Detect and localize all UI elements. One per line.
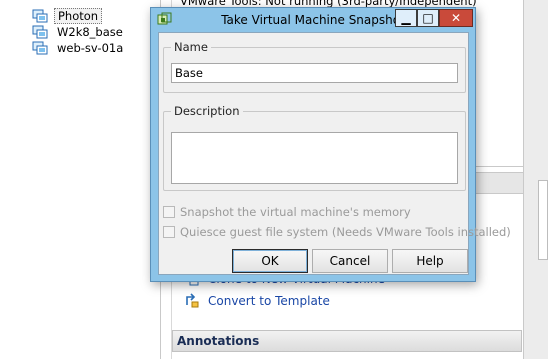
help-button[interactable]: Help [392, 249, 468, 273]
minimize-button[interactable]: ▁ [395, 9, 417, 27]
snapshot-memory-option[interactable]: Snapshot the virtual machine's memory [163, 204, 411, 220]
close-icon: ✕ [450, 11, 462, 25]
description-group-label: Description [171, 104, 243, 118]
name-group-label: Name [171, 40, 211, 54]
memory-checkbox[interactable] [163, 206, 175, 218]
tree-item-label: W2k8_base [57, 25, 123, 39]
maximize-icon: □ [422, 11, 434, 25]
convert-to-template-link[interactable]: Convert to Template [184, 292, 330, 310]
vm-icon [32, 41, 48, 55]
tree-item-w2k8-base[interactable]: W2k8_base [32, 24, 126, 40]
memory-checkbox-label: Snapshot the virtual machine's memory [180, 205, 411, 219]
snapshot-name-input[interactable] [171, 63, 458, 83]
tree-item-photon[interactable]: Photon [32, 8, 103, 24]
snapshot-description-input[interactable] [171, 132, 458, 184]
close-button[interactable]: ✕ [439, 9, 473, 27]
annotations-header[interactable]: Annotations [172, 330, 522, 352]
quiesce-option[interactable]: Quiesce guest file system (Needs VMware … [163, 224, 511, 240]
scrollbar[interactable] [538, 180, 548, 260]
tree-item-label: Photon [54, 8, 103, 24]
quiesce-checkbox-label: Quiesce guest file system (Needs VMware … [180, 225, 511, 239]
snapshot-dialog: Take Virtual Machine Snapshot ▁ □ ✕ Name… [150, 7, 511, 282]
quiesce-checkbox[interactable] [163, 226, 175, 238]
ok-button[interactable]: OK [232, 249, 308, 273]
tree-item-web-sv-01a[interactable]: web-sv-01a [32, 40, 126, 56]
minimize-icon: ▁ [401, 11, 411, 25]
vm-icon [32, 9, 48, 23]
dialog-titlebar[interactable]: Take Virtual Machine Snapshot ▁ □ ✕ [151, 8, 475, 32]
convert-link-label: Convert to Template [208, 294, 330, 308]
section-header-strip [468, 172, 524, 194]
cancel-button[interactable]: Cancel [312, 249, 388, 273]
name-group: Name [163, 40, 466, 93]
vm-icon [32, 25, 48, 39]
dialog-client-area: Name Description Snapshot the virtual ma… [158, 32, 511, 275]
maximize-button[interactable]: □ [417, 9, 439, 27]
description-group: Description [163, 104, 466, 191]
panel-divider [468, 166, 524, 167]
convert-icon [184, 293, 200, 309]
tree-item-label: web-sv-01a [57, 41, 124, 55]
